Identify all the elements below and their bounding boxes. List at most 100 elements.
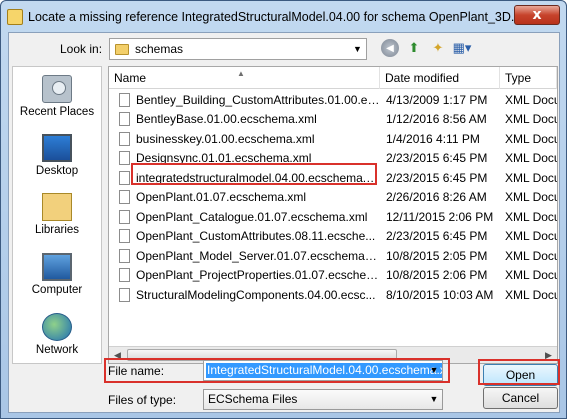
xml-document-icon [119,151,130,166]
file-date-cell: 8/10/2015 10:03 AM [386,287,494,302]
file-name-cell: OpenPlant.01.07.ecschema.xml [109,190,380,205]
file-name-cell: OpenPlant_ProjectProperties.01.07.ecsche… [109,268,380,283]
chevron-down-icon[interactable]: ▼ [349,39,366,59]
view-menu-icon[interactable]: ▦▾ [453,39,472,57]
sort-ascending-icon: ▲ [237,69,245,78]
xml-document-icon [119,170,130,185]
file-name-text: OpenPlant_ProjectProperties.01.07.ecsche… [136,268,380,283]
file-date-cell: 4/13/2009 1:17 PM [386,92,488,107]
chevron-down-icon[interactable]: ▼ [426,390,442,409]
file-row[interactable]: OpenPlant_CustomAttributes.08.11.ecsche.… [109,227,557,247]
file-type-cell: XML Docu [505,268,557,283]
file-name-text: OpenPlant_Model_Server.01.07.ecschema.xm… [136,248,380,263]
file-name-text: OpenPlant_Catalogue.01.07.ecschema.xml [136,209,368,224]
file-type-cell: XML Docu [505,112,557,127]
back-icon[interactable]: ◀ [381,39,399,57]
file-name-text: OpenPlant.01.07.ecschema.xml [136,190,307,205]
highlight-box-open-button [478,359,560,385]
column-headers: ▲ Name Date modified Type [109,67,557,89]
file-name-cell: BentleyBase.01.00.ecschema.xml [109,112,380,127]
file-date-cell: 2/23/2015 6:45 PM [386,229,488,244]
file-type-select[interactable]: ECSchema Files ▼ [203,389,443,410]
column-header-name[interactable]: ▲ Name [109,67,380,89]
xml-document-icon [119,112,130,127]
file-date-cell: 10/8/2015 2:05 PM [386,248,488,263]
file-name-cell: OpenPlant_Catalogue.01.07.ecschema.xml [109,209,380,224]
column-header-label: Name [114,71,147,85]
file-name-cell: StructuralModelingComponents.04.00.ecsc.… [109,287,380,302]
file-name-cell: OpenPlant_CustomAttributes.08.11.ecsche.… [109,229,380,244]
navigation-toolbar: ◀ ⬆ ✦ ▦▾ [381,39,471,57]
file-date-cell: 2/23/2015 6:45 PM [386,170,488,185]
column-header-label: Date modified [385,71,460,85]
close-button[interactable]: x [514,5,560,25]
place-label: Computer [31,284,83,296]
place-recent-places[interactable]: Recent Places [13,75,101,118]
highlight-box-file-name [104,358,450,383]
file-row[interactable]: OpenPlant.01.07.ecschema.xml 2/26/2016 8:… [109,188,557,208]
file-type-cell: XML Docu [505,209,557,224]
place-label: Recent Places [19,106,95,118]
column-header-type[interactable]: Type [500,67,557,89]
desktop-icon [42,134,72,162]
file-name-text: Bentley_Building_CustomAttributes.01.00.… [136,92,380,107]
file-list[interactable]: ▲ Name Date modified Type Bentley_Buildi… [108,66,558,364]
up-folder-icon[interactable]: ⬆ [405,39,423,57]
computer-icon [42,253,72,281]
xml-document-icon [119,131,130,146]
look-in-label: Look in: [60,42,103,56]
xml-document-icon [119,92,130,107]
file-name-cell: Bentley_Building_CustomAttributes.01.00.… [109,92,380,107]
place-label: Desktop [35,165,79,177]
file-type-cell: XML Docu [505,229,557,244]
cancel-button[interactable]: Cancel [483,387,558,409]
xml-document-icon [119,248,130,263]
place-network[interactable]: Network [13,313,101,356]
file-name-cell: OpenPlant_Model_Server.01.07.ecschema.xm… [109,248,380,263]
recent-places-icon [42,75,72,103]
file-type-cell: XML Docu [505,190,557,205]
file-row[interactable]: StructuralModelingComponents.04.00.ecsc.… [109,285,557,305]
file-type-cell: XML Docu [505,170,557,185]
dialog-title: Locate a missing reference IntegratedStr… [28,10,546,24]
file-name-text: businesskey.01.00.ecschema.xml [136,131,315,146]
file-name-text: BentleyBase.01.00.ecschema.xml [136,112,317,127]
file-row[interactable]: Bentley_Building_CustomAttributes.01.00.… [109,90,557,110]
column-header-label: Type [505,71,532,85]
dialog-client-area: Look in: schemas ▼ ◀ ⬆ ✦ ▦▾ Recent Place… [8,32,560,413]
place-label: Network [35,344,79,356]
file-date-cell: 1/4/2016 4:11 PM [386,131,480,146]
look-in-combobox[interactable]: schemas ▼ [109,38,367,60]
place-libraries[interactable]: Libraries [13,193,101,236]
file-row[interactable]: BentleyBase.01.00.ecschema.xml 1/12/2016 … [109,110,557,130]
highlight-box-file-row [131,163,377,185]
folder-icon [115,43,129,55]
file-row[interactable]: OpenPlant_ProjectProperties.01.07.ecsche… [109,266,557,286]
file-row[interactable]: OpenPlant_Model_Server.01.07.ecschema.xm… [109,246,557,266]
place-desktop[interactable]: Desktop [13,134,101,177]
title-bar[interactable]: Locate a missing reference IntegratedStr… [1,1,566,33]
file-name-text: StructuralModelingComponents.04.00.ecsc.… [136,287,376,302]
file-date-cell: 2/23/2015 6:45 PM [386,151,488,166]
locate-reference-dialog: Locate a missing reference IntegratedStr… [0,0,567,419]
file-type-cell: XML Docu [505,151,557,166]
xml-document-icon [119,229,130,244]
file-type-value: ECSchema Files [208,392,298,406]
file-type-cell: XML Docu [505,287,557,302]
file-type-cell: XML Docu [505,131,557,146]
file-date-cell: 2/26/2016 8:26 AM [386,190,487,205]
place-label: Libraries [34,224,80,236]
column-header-date-modified[interactable]: Date modified [380,67,500,89]
new-folder-icon[interactable]: ✦ [429,39,447,57]
network-icon [42,313,72,341]
place-computer[interactable]: Computer [13,253,101,296]
file-date-cell: 10/8/2015 2:06 PM [386,268,488,283]
file-row[interactable]: businesskey.01.00.ecschema.xml 1/4/2016 4… [109,129,557,149]
xml-document-icon [119,268,130,283]
xml-document-icon [119,190,130,205]
xml-document-icon [119,287,130,302]
file-row[interactable]: OpenPlant_Catalogue.01.07.ecschema.xml 12… [109,207,557,227]
file-date-cell: 1/12/2016 8:56 AM [386,112,487,127]
file-type-cell: XML Docu [505,92,557,107]
dialog-folder-icon [7,9,23,25]
